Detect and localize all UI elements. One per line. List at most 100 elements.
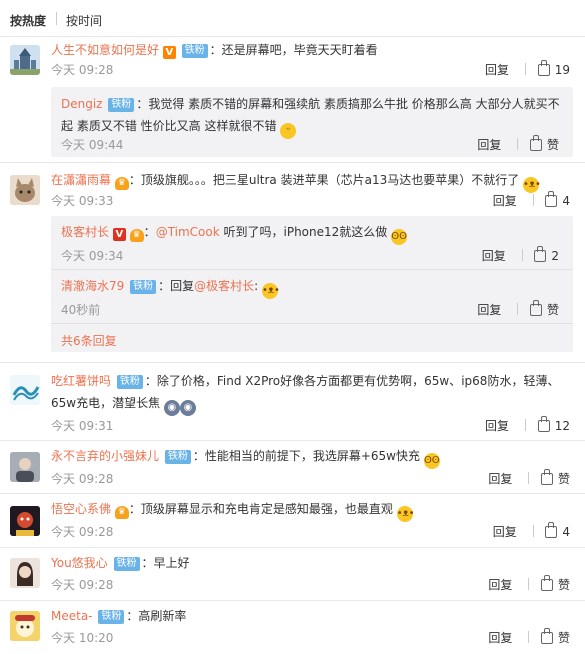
comment-text: ：还是屏幕吧，毕竟天天盯着看 [209,43,378,57]
like-button[interactable]: 赞 [529,300,559,318]
avatar[interactable] [10,452,40,482]
more-replies-row: 共6条回复 [51,324,573,354]
crown-icon: ♛ [129,229,144,242]
fan-badge: 铁粉 [113,557,140,571]
comment-username[interactable]: 在瀟瀟雨幕 [51,173,111,187]
sort-by-hot-tab[interactable]: 按热度 [10,12,46,29]
comment-item: 悟空心系佛 ♛ ：顶级屏幕显示和充电肯定是感知最强，也最直观 •ᴥ• 今天 09:… [0,494,585,548]
more-replies-link[interactable]: 共6条回复 [61,332,563,349]
tongue-emoji-icon: ᵕ [280,123,297,139]
reply-button[interactable]: 回复 [493,523,517,540]
like-label: 赞 [557,472,570,486]
comment-item: Meeta- 铁粉 ：高刷新率 今天 10:20 回复 赞 [0,601,585,654]
like-button[interactable]: 2 [534,246,559,263]
reply-time: 40秒前 [61,303,101,317]
like-button[interactable]: 12 [537,416,570,433]
like-button[interactable]: 赞 [540,575,570,593]
reply-username[interactable]: Dengiz [61,97,102,111]
action-divider [521,249,523,261]
avatar[interactable] [10,611,40,641]
reply-text: ：回复 [158,279,195,293]
crown-icon: ♛ [114,177,129,190]
avatar[interactable] [10,506,40,536]
action-divider [524,63,526,75]
comment-username[interactable]: You悠我心 [51,556,108,570]
like-button[interactable]: 赞 [540,469,570,487]
mention-link[interactable]: @极客村长 [194,279,254,293]
comment-username[interactable]: 人生不如意如何是好 [51,43,159,57]
comment-username[interactable]: 悟空心系佛 [51,502,111,516]
reply-button[interactable]: 回复 [485,417,509,434]
reply-button[interactable]: 回复 [477,301,501,318]
fan-badge: 铁粉 [164,450,191,464]
eyes-emoji-icon: ◉ [163,400,180,416]
comment-item: 在瀟瀟雨幕 ♛ ：顶级旗舰。。。把三星ultra 装进苹果（芯片a13马达也要苹果… [0,163,585,363]
reply-button[interactable]: 回复 [488,470,512,487]
cat-avatar-image [10,175,40,205]
avatar[interactable] [10,45,40,75]
like-label: 赞 [557,578,570,592]
comment-item: 永不言弃的小强妹儿 铁粉 ：性能相当的前提下，我选屏幕+65w快充 ʘʘ 今天 0… [0,441,585,494]
comment-text: ：顶级屏幕显示和充电肯定是感知最强，也最直观 [128,502,393,516]
like-button[interactable]: 4 [545,191,570,208]
comment-time: 今天 09:31 [51,419,114,433]
sort-by-time-tab[interactable]: 按时间 [66,12,102,29]
reply-time: 今天 09:34 [61,249,124,263]
comment-item: 人生不如意如何是好 V 铁粉 ：还是屏幕吧，毕竟天天盯着看 今天 09:28 回复… [0,37,585,163]
action-divider [528,631,530,643]
fan-badge: 铁粉 [181,44,208,58]
mention-link[interactable]: @TimCook [156,225,220,239]
reply-item: Dengiz 铁粉 ：我觉得 素质不错的屏幕和强续航 素质搞那么牛批 价格那么高 … [51,87,573,157]
comment-time: 今天 09:28 [51,525,114,539]
reply-item: 极客村长 V ♛ ：@TimCook 听到了吗，iPhone12就这么做 ʘʘ 今… [51,216,573,270]
comment-time: 今天 09:28 [51,472,114,486]
thumbs-up-icon [529,300,542,316]
fan-badge: 铁粉 [130,280,157,294]
fan-badge: 铁粉 [108,98,135,112]
avatar[interactable] [10,375,40,405]
fan-badge: 铁粉 [116,375,143,389]
reply-button[interactable]: 回复 [488,576,512,593]
action-divider [524,419,526,431]
action-divider [528,578,530,590]
like-button[interactable]: 19 [537,60,570,77]
comment-text: ：性能相当的前提下，我选屏幕+65w快充 [192,449,420,463]
reply-button[interactable]: 回复 [482,247,506,264]
thumbs-up-icon [537,416,550,432]
like-label: 赞 [546,303,559,317]
action-divider [532,525,534,537]
doge-emoji-icon: •ᴥ• [262,283,280,299]
action-divider [532,194,534,206]
crown-icon: ♛ [114,506,129,519]
like-button[interactable]: 4 [545,522,570,539]
comment-username[interactable]: Meeta- [51,609,93,623]
character-avatar-image [10,506,40,536]
action-divider [517,303,519,315]
action-divider [528,472,530,484]
reply-username[interactable]: 极客村长 [61,225,109,239]
comment-username[interactable]: 吃红薯饼吗 [51,374,111,388]
avatar[interactable] [10,175,40,205]
reply-button[interactable]: 回复 [493,192,517,209]
comment-time: 今天 10:20 [51,631,114,645]
reply-button[interactable]: 回复 [485,61,509,78]
like-button[interactable]: 赞 [529,135,559,153]
like-label: 赞 [557,631,570,645]
thumbs-up-icon [545,522,558,538]
verified-v-icon: V [162,46,176,59]
reply-username[interactable]: 清澈海水79 [61,279,124,293]
girl-avatar-image [10,558,40,588]
reply-list: Dengiz 铁粉 ：我觉得 素质不错的屏幕和强续航 素质搞那么牛批 价格那么高 … [51,87,573,157]
verified-v-icon: V [112,228,126,241]
comment-time: 今天 09:33 [51,194,114,208]
avatar[interactable] [10,558,40,588]
doge-emoji-icon: •ᴥ• [523,177,541,193]
comment-username[interactable]: 永不言弃的小强妹儿 [51,449,159,463]
reply-button[interactable]: 回复 [477,136,501,153]
reply-text-suffix: : [254,279,259,293]
like-count: 2 [551,249,559,263]
like-button[interactable]: 赞 [540,628,570,646]
reply-button[interactable]: 回复 [488,629,512,646]
wave-avatar-image [10,375,40,405]
thumbs-up-icon [534,246,547,262]
